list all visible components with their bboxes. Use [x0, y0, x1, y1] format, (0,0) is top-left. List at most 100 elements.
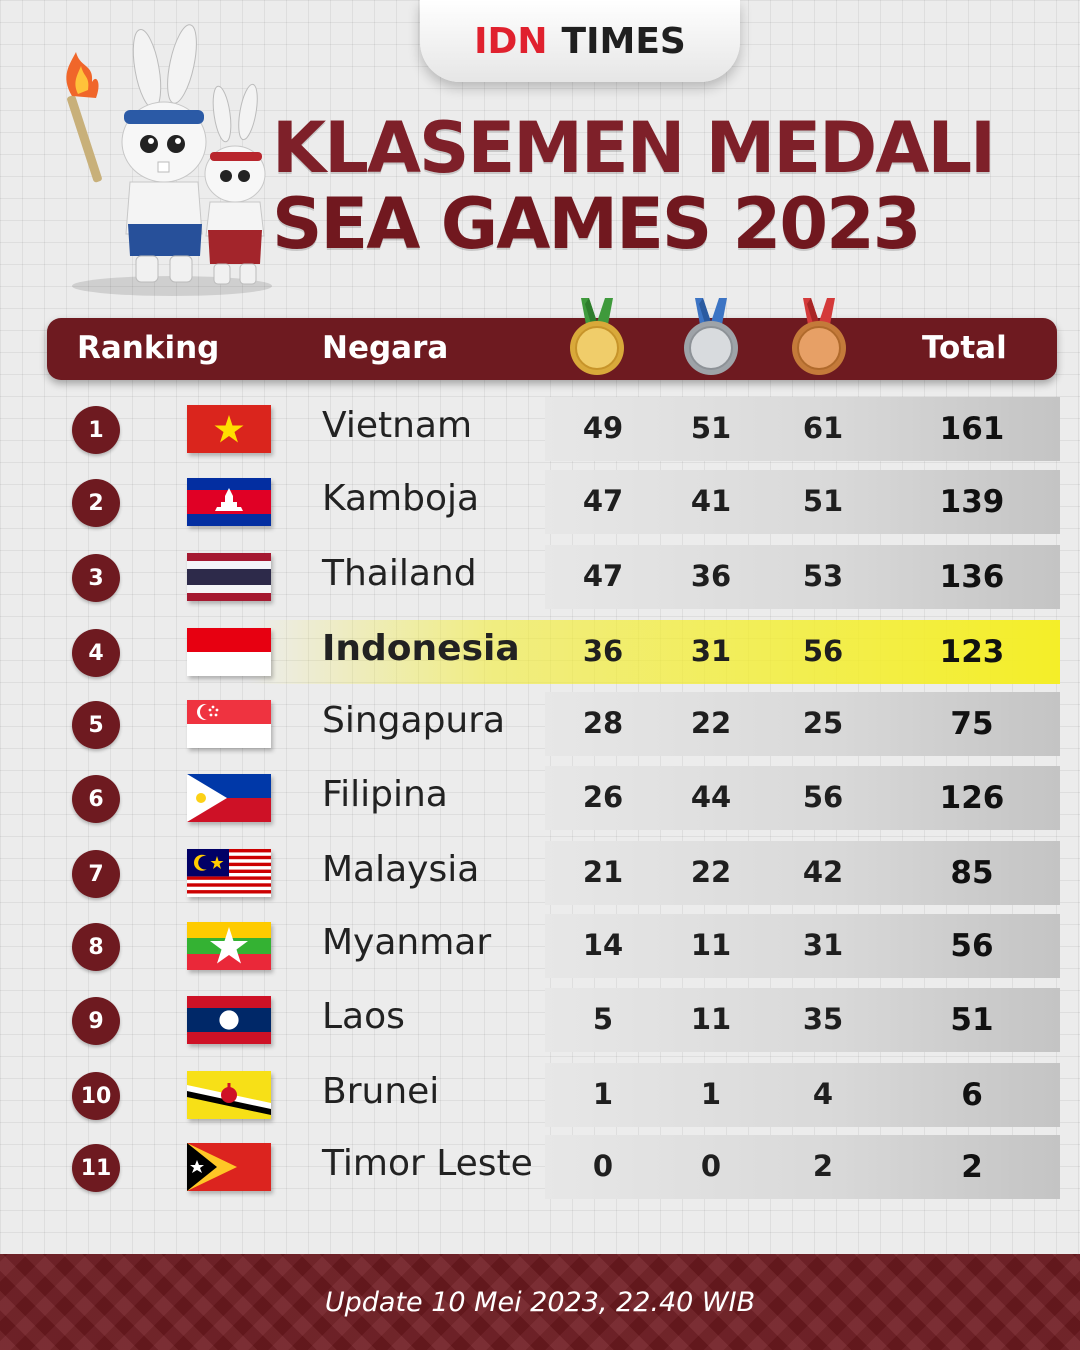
- header-total: Total: [922, 330, 1007, 366]
- silver-count: 11: [690, 928, 732, 962]
- gold-count: 47: [582, 484, 624, 518]
- bronze-count: 35: [802, 1002, 844, 1036]
- table-row: 4 Indonesia 36 31 56 123: [0, 620, 1080, 686]
- gold-count: 1: [592, 1077, 614, 1111]
- table-row: 8 Myanmar 14 11 31 56: [0, 914, 1080, 980]
- rank-badge: 7: [72, 850, 120, 898]
- bronze-count: 25: [802, 706, 844, 740]
- bronze-medal-icon: [792, 298, 846, 375]
- bronze-count: 56: [802, 634, 844, 668]
- table-row: 3 Thailand 47 36 53 136: [0, 545, 1080, 611]
- table-row: 10 Brunei 1 1 4 6: [0, 1063, 1080, 1129]
- mascot-rabbits-illustration: [66, 24, 272, 296]
- total-count: 6: [961, 1077, 983, 1113]
- rank-badge: 11: [72, 1144, 120, 1192]
- brand-part-times: TIMES: [561, 20, 686, 62]
- country-name: Brunei: [322, 1071, 440, 1112]
- total-count: 85: [950, 855, 994, 891]
- gold-count: 47: [582, 559, 624, 593]
- gold-count: 0: [592, 1149, 614, 1183]
- cambodia-flag-icon: [187, 478, 271, 526]
- bronze-count: 56: [802, 780, 844, 814]
- table-row: 11 Timor Leste 0 0 2 2: [0, 1135, 1080, 1201]
- rank-badge: 8: [72, 923, 120, 971]
- total-count: 161: [939, 411, 1005, 447]
- myanmar-flag-icon: [187, 922, 271, 970]
- country-name: Singapura: [322, 700, 506, 741]
- rank-badge: 5: [72, 701, 120, 749]
- silver-count: 11: [690, 1002, 732, 1036]
- silver-medal-icon: [684, 298, 738, 375]
- silver-count: 44: [690, 780, 732, 814]
- gold-count: 14: [582, 928, 624, 962]
- title-line-2: SEA GAMES 2023: [272, 183, 922, 265]
- indonesia-flag-icon: [187, 628, 271, 676]
- update-timestamp: Update 10 Mei 2023, 22.40 WIB: [324, 1286, 756, 1318]
- silver-count: 1: [700, 1077, 722, 1111]
- philippines-flag-icon: [187, 774, 271, 822]
- table-header: Ranking Negara Total: [47, 318, 1057, 380]
- bronze-count: 53: [802, 559, 844, 593]
- country-name: Indonesia: [322, 628, 520, 669]
- total-count: 139: [939, 484, 1005, 520]
- silver-count: 22: [690, 855, 732, 889]
- gold-count: 49: [582, 411, 624, 445]
- header-ranking: Ranking: [77, 330, 220, 366]
- thailand-flag-icon: [187, 553, 271, 601]
- bronze-count: 42: [802, 855, 844, 889]
- footer-bar: Update 10 Mei 2023, 22.40 WIB: [0, 1254, 1080, 1350]
- rank-badge: 9: [72, 997, 120, 1045]
- gold-count: 28: [582, 706, 624, 740]
- bronze-count: 2: [812, 1149, 834, 1183]
- rank-badge: 4: [72, 629, 120, 677]
- vietnam-flag-icon: [187, 405, 271, 453]
- brunei-flag-icon: [187, 1071, 271, 1119]
- total-count: 136: [939, 559, 1005, 595]
- total-count: 2: [961, 1149, 983, 1185]
- total-count: 51: [950, 1002, 994, 1038]
- gold-medal-icon: [570, 298, 624, 375]
- silver-count: 51: [690, 411, 732, 445]
- brand-logo: IDN TIMES: [420, 0, 740, 82]
- total-count: 56: [950, 928, 994, 964]
- table-row: 7 Malaysia 21 22 42 85: [0, 841, 1080, 907]
- country-name: Myanmar: [322, 922, 492, 963]
- rank-badge: 10: [72, 1072, 120, 1120]
- title-line-1: KLASEMEN MEDALI: [272, 107, 996, 189]
- silver-count: 31: [690, 634, 732, 668]
- bronze-count: 61: [802, 411, 844, 445]
- bronze-count: 31: [802, 928, 844, 962]
- gold-count: 21: [582, 855, 624, 889]
- total-count: 126: [939, 780, 1005, 816]
- table-row: 5 Singapura 28 22 25 75: [0, 692, 1080, 758]
- total-count: 123: [939, 634, 1005, 670]
- gold-count: 5: [592, 1002, 614, 1036]
- country-name: Malaysia: [322, 849, 480, 890]
- silver-count: 41: [690, 484, 732, 518]
- rank-badge: 3: [72, 554, 120, 602]
- page-title: KLASEMEN MEDALI SEA GAMES 2023: [272, 110, 1062, 262]
- country-name: Laos: [322, 996, 405, 1037]
- country-name: Timor Leste: [322, 1143, 533, 1184]
- rank-badge: 1: [72, 406, 120, 454]
- rank-badge: 6: [72, 775, 120, 823]
- country-name: Filipina: [322, 774, 448, 815]
- malaysia-flag-icon: [187, 849, 271, 897]
- table-row: 2 Kamboja 47 41 51 139: [0, 470, 1080, 536]
- total-count: 75: [950, 706, 994, 742]
- table-row: 1 Vietnam 49 51 61 161: [0, 397, 1080, 463]
- table-row: 6 Filipina 26 44 56 126: [0, 766, 1080, 832]
- table-row: 9 Laos 5 11 35 51: [0, 988, 1080, 1054]
- singapore-flag-icon: [187, 700, 271, 748]
- rank-badge: 2: [72, 479, 120, 527]
- gold-count: 36: [582, 634, 624, 668]
- bronze-count: 51: [802, 484, 844, 518]
- header-country: Negara: [322, 330, 449, 366]
- gold-count: 26: [582, 780, 624, 814]
- timor-leste-flag-icon: [187, 1143, 271, 1191]
- country-name: Thailand: [322, 553, 477, 594]
- brand-part-idn: IDN: [474, 20, 548, 62]
- country-name: Vietnam: [322, 405, 473, 446]
- silver-count: 36: [690, 559, 732, 593]
- silver-count: 22: [690, 706, 732, 740]
